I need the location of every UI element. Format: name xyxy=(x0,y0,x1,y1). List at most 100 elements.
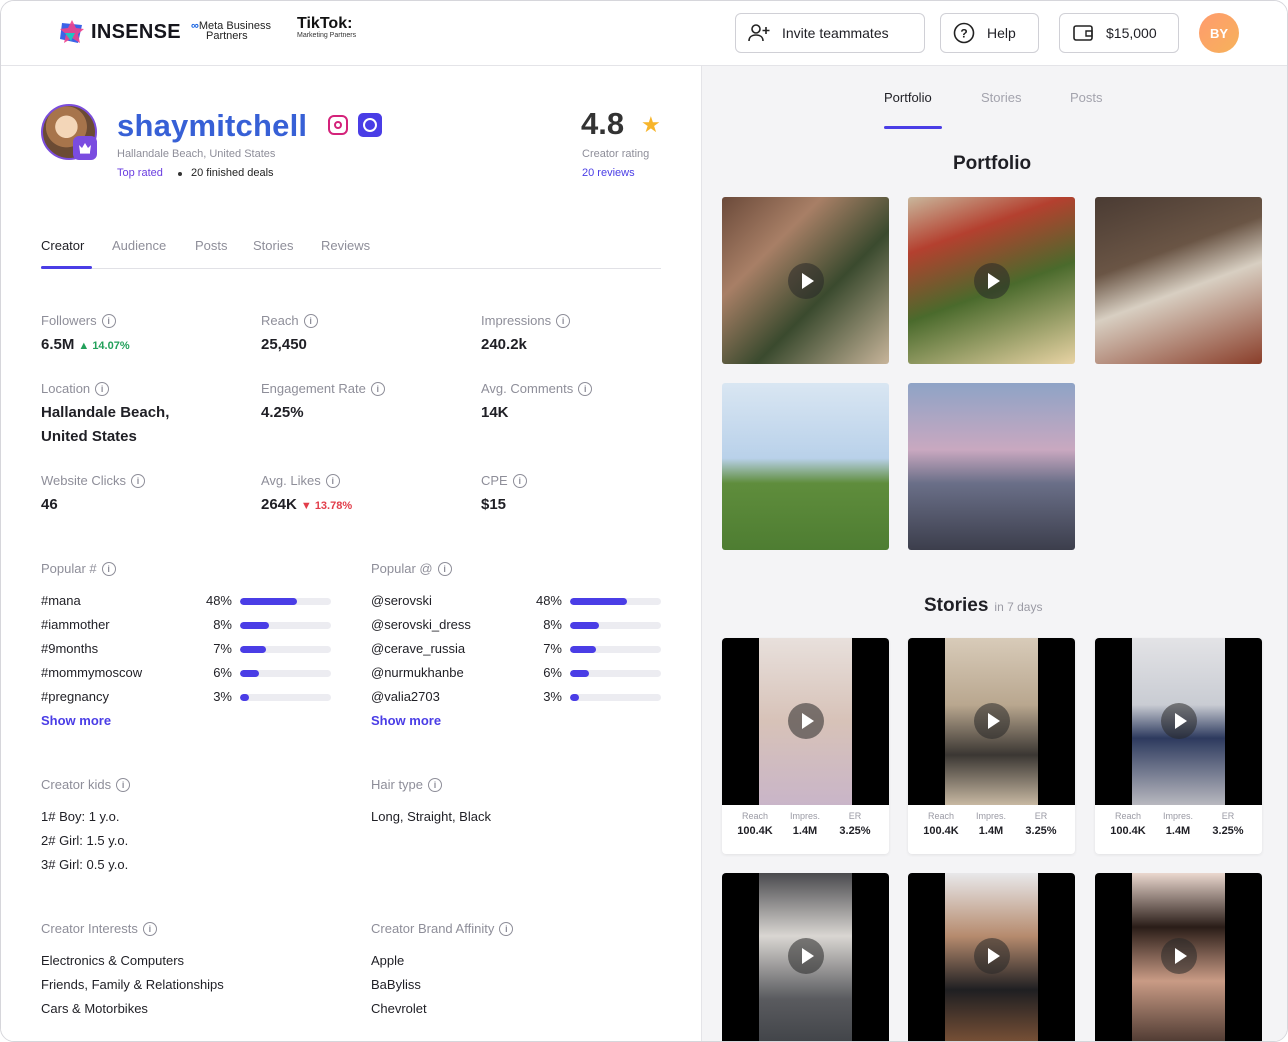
play-icon xyxy=(973,703,1010,739)
info-icon[interactable]: i xyxy=(428,777,443,792)
hashtags-show-more-link[interactable]: Show more xyxy=(41,713,111,728)
portfolio-title: Portfolio xyxy=(953,153,1032,174)
info-icon[interactable]: i xyxy=(437,561,452,576)
story-er-label: ER xyxy=(848,811,862,821)
reviews-link[interactable]: 20 reviews xyxy=(582,167,635,179)
avg-comments-value: 14K xyxy=(481,404,509,421)
tab-audience[interactable]: Audience xyxy=(112,238,166,253)
story-er-value: 3.25% xyxy=(1025,825,1057,837)
popular-hashtags-label: Popular # i xyxy=(41,561,116,576)
tab-creator[interactable]: Creator xyxy=(41,238,84,253)
user-avatar[interactable]: BY xyxy=(1199,13,1239,53)
info-icon[interactable]: i xyxy=(325,473,340,488)
platform-badge-icon[interactable] xyxy=(358,113,382,137)
avg-likes-label: Avg. Likes i xyxy=(261,473,340,488)
top-header: INSENSE ∞Meta Business Partners TikTok: … xyxy=(1,1,1287,66)
info-icon[interactable]: i xyxy=(578,381,593,396)
info-icon[interactable]: i xyxy=(95,381,110,396)
info-icon[interactable]: i xyxy=(131,473,146,488)
hashtag-name: #9months xyxy=(41,641,99,656)
story-card[interactable]: Reach 100.4K Impres. 1.4M ER 3.25% xyxy=(1095,638,1262,854)
tab-right-posts[interactable]: Posts xyxy=(1070,90,1103,105)
followers-change: ▲ 14.07% xyxy=(78,340,130,352)
hashtag-bar-track xyxy=(240,670,331,677)
story-stats: Reach 100.4K Impres. 1.4M ER 3.25% xyxy=(722,809,889,854)
hashtag-percent: 8% xyxy=(213,617,232,632)
insense-logo[interactable]: INSENSE xyxy=(59,19,181,45)
story-card[interactable]: Reach 100.4K Impres. 1.4M ER 3.25% xyxy=(908,638,1075,854)
story-impressions-label: Impres. xyxy=(1162,811,1193,821)
mention-bar-track xyxy=(570,622,661,629)
story-card[interactable] xyxy=(908,873,1075,1041)
hashtag-row: #mommymoscow 6% xyxy=(41,661,341,685)
creator-username[interactable]: shaymitchell xyxy=(117,108,307,144)
info-icon[interactable]: i xyxy=(101,313,116,328)
stories-title: Stories in 7 days xyxy=(924,595,1043,616)
tab-right-stories[interactable]: Stories xyxy=(981,90,1021,105)
reach-label: Reach i xyxy=(261,313,318,328)
tiktok-line1: TikTok xyxy=(297,15,348,32)
mention-bar-fill xyxy=(570,622,599,629)
interest-item: Cars & Motorbikes xyxy=(41,1001,148,1016)
info-icon[interactable]: i xyxy=(370,381,385,396)
mention-bar-track xyxy=(570,646,661,653)
portfolio-image-thumb[interactable] xyxy=(1095,197,1262,364)
likes-change: ▼ 13.78% xyxy=(300,500,353,512)
hashtag-bar-track xyxy=(240,598,331,605)
tab-portfolio[interactable]: Portfolio xyxy=(884,90,932,105)
hair-type-label: Hair type i xyxy=(371,777,443,792)
info-icon[interactable]: i xyxy=(499,921,514,936)
story-card[interactable] xyxy=(722,873,889,1041)
help-button[interactable]: ? Help xyxy=(940,13,1039,53)
info-icon[interactable]: i xyxy=(556,313,571,328)
cpe-label: CPE i xyxy=(481,473,527,488)
story-reach-value: 100.4K xyxy=(737,825,773,837)
play-icon xyxy=(1160,703,1197,739)
info-icon[interactable]: i xyxy=(303,313,318,328)
instagram-icon[interactable] xyxy=(328,115,348,135)
mention-name: @cerave_russia xyxy=(371,641,466,656)
creator-tabs: Creator Audience Posts Stories Reviews xyxy=(41,238,661,269)
hashtag-name: #iammother xyxy=(41,617,110,632)
hashtag-bar-fill xyxy=(240,646,266,653)
balance-button[interactable]: $15,000 xyxy=(1059,13,1179,53)
story-impressions-value: 1.4M xyxy=(978,825,1004,837)
portfolio-video-thumb[interactable] xyxy=(908,197,1075,364)
hashtag-bar-track xyxy=(240,646,331,653)
mention-row: @serovski_dress 8% xyxy=(371,613,671,637)
location-value: Hallandale Beach, United States xyxy=(41,404,170,445)
mentions-show-more-link[interactable]: Show more xyxy=(371,713,441,728)
insense-logo-icon xyxy=(60,20,84,43)
interest-item: Electronics & Computers xyxy=(41,953,185,968)
info-icon[interactable]: i xyxy=(101,561,116,576)
hashtag-percent: 7% xyxy=(213,641,232,656)
tab-reviews[interactable]: Reviews xyxy=(321,238,370,253)
info-icon[interactable]: i xyxy=(142,921,157,936)
brand-item: Apple xyxy=(371,953,405,968)
story-card[interactable] xyxy=(1095,873,1262,1041)
mention-bar-fill xyxy=(570,670,589,677)
impressions-value: 240.2k xyxy=(481,336,527,353)
story-impressions-label: Impres. xyxy=(789,811,820,821)
portfolio-image-thumb[interactable] xyxy=(908,383,1075,550)
finished-deals: 20 finished deals xyxy=(191,167,274,179)
story-card[interactable]: Reach 100.4K Impres. 1.4M ER 3.25% xyxy=(722,638,889,854)
cpe-value: $15 xyxy=(481,496,507,513)
help-icon: ? xyxy=(953,22,975,44)
info-icon[interactable]: i xyxy=(512,473,527,488)
reach-value: 25,450 xyxy=(261,336,307,353)
meta-partner-badge: ∞Meta Business Partners xyxy=(191,21,271,42)
creator-details-panel: shaymitchell Hallandale Beach, United St… xyxy=(1,66,701,1041)
portfolio-image-thumb[interactable] xyxy=(722,383,889,550)
hashtag-bar-fill xyxy=(240,598,297,605)
mention-bar-track xyxy=(570,670,661,677)
invite-teammates-button[interactable]: Invite teammates xyxy=(735,13,925,53)
brand-affinity-label: Creator Brand Affinity i xyxy=(371,921,514,936)
tab-stories[interactable]: Stories xyxy=(253,238,293,253)
portfolio-video-thumb[interactable] xyxy=(722,197,889,364)
mention-percent: 48% xyxy=(535,593,562,608)
info-icon[interactable]: i xyxy=(116,777,131,792)
tab-posts[interactable]: Posts xyxy=(195,238,228,253)
app-frame: INSENSE ∞Meta Business Partners TikTok: … xyxy=(0,0,1288,1042)
story-impressions-label: Impres. xyxy=(975,811,1006,821)
